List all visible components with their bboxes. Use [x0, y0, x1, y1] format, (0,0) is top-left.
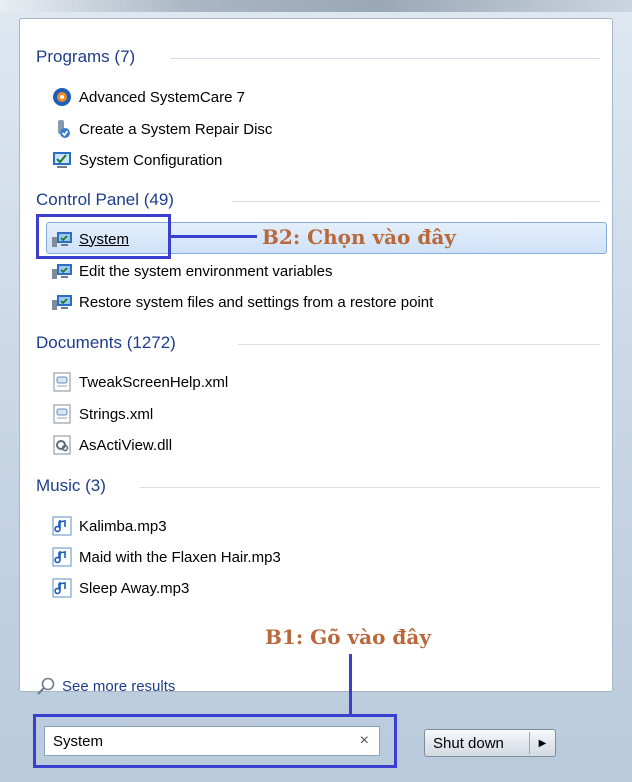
- divider: [170, 58, 600, 59]
- start-menu: Programs (7) Advanced SystemCare 7 Creat…: [0, 0, 632, 782]
- xml-file-icon: [52, 404, 72, 424]
- annotation-step2: B2: Chọn vào đây: [262, 225, 456, 249]
- divider: [238, 344, 600, 345]
- repair-disc-icon: [52, 119, 72, 139]
- annotation-box-system: [36, 214, 171, 259]
- document-item-strings[interactable]: Strings.xml: [52, 401, 153, 427]
- item-label: AsActiView.dll: [79, 436, 173, 454]
- group-heading-programs: Programs (7): [36, 44, 135, 70]
- group-heading-music: Music (3): [36, 473, 106, 499]
- advanced-systemcare-icon: [52, 87, 72, 107]
- item-label: Strings.xml: [79, 405, 154, 423]
- see-more-results-link[interactable]: See more results: [36, 674, 175, 698]
- item-label: Create a System Repair Disc: [79, 120, 273, 138]
- control-panel-item-restore[interactable]: Restore system files and settings from a…: [52, 289, 433, 315]
- document-item-tweakscreenhelp[interactable]: TweakScreenHelp.xml: [52, 369, 228, 395]
- shutdown-options-arrow-icon[interactable]: ▶: [530, 738, 555, 749]
- divider: [140, 487, 600, 488]
- program-item-advanced-systemcare[interactable]: Advanced SystemCare 7: [52, 84, 245, 110]
- music-item-maid-flaxen-hair[interactable]: Maid with the Flaxen Hair.mp3: [52, 544, 281, 570]
- control-panel-item-environment-variables[interactable]: Edit the system environment variables: [52, 258, 332, 284]
- annotation-connector: [171, 235, 257, 238]
- item-label: Restore system files and settings from a…: [79, 293, 434, 311]
- annotation-step1: B1: Gõ vào đây: [265, 625, 431, 649]
- program-item-system-configuration[interactable]: System Configuration: [52, 147, 222, 173]
- xml-file-icon: [52, 372, 72, 392]
- item-label: Edit the system environment variables: [79, 262, 333, 280]
- document-item-asactiview[interactable]: AsActiView.dll: [52, 432, 172, 458]
- see-more-label: See more results: [62, 677, 176, 695]
- program-item-repair-disc[interactable]: Create a System Repair Disc: [52, 116, 272, 142]
- item-label: Kalimba.mp3: [79, 517, 167, 535]
- item-label: Sleep Away.mp3: [79, 579, 190, 597]
- group-heading-documents: Documents (1272): [36, 330, 176, 356]
- group-title: Documents (1272): [36, 333, 176, 352]
- item-label: TweakScreenHelp.xml: [79, 373, 229, 391]
- system-icon: [52, 261, 72, 281]
- item-label: System Configuration: [79, 151, 223, 169]
- audio-file-icon: [52, 578, 72, 598]
- audio-file-icon: [52, 516, 72, 536]
- music-item-kalimba[interactable]: Kalimba.mp3: [52, 513, 167, 539]
- system-icon: [52, 292, 72, 312]
- shutdown-button-group: Shut down ▶: [424, 729, 556, 757]
- system-configuration-icon: [52, 150, 72, 170]
- shutdown-button[interactable]: Shut down: [425, 735, 529, 752]
- search-value: System: [53, 732, 104, 750]
- audio-file-icon: [52, 547, 72, 567]
- annotation-connector: [349, 654, 352, 714]
- search-input[interactable]: System ×: [44, 726, 380, 756]
- group-title: Music (3): [36, 476, 106, 495]
- music-item-sleep-away[interactable]: Sleep Away.mp3: [52, 575, 189, 601]
- search-icon: [36, 676, 56, 696]
- item-label: Maid with the Flaxen Hair.mp3: [79, 548, 281, 566]
- group-title: Programs (7): [36, 47, 136, 66]
- item-label: Advanced SystemCare 7: [79, 88, 245, 106]
- group-title: Control Panel (49): [36, 190, 174, 209]
- dll-file-icon: [52, 435, 72, 455]
- group-heading-control-panel: Control Panel (49): [36, 187, 174, 213]
- clear-search-icon[interactable]: ×: [360, 732, 369, 750]
- title-bar: [0, 0, 632, 12]
- divider: [232, 201, 600, 202]
